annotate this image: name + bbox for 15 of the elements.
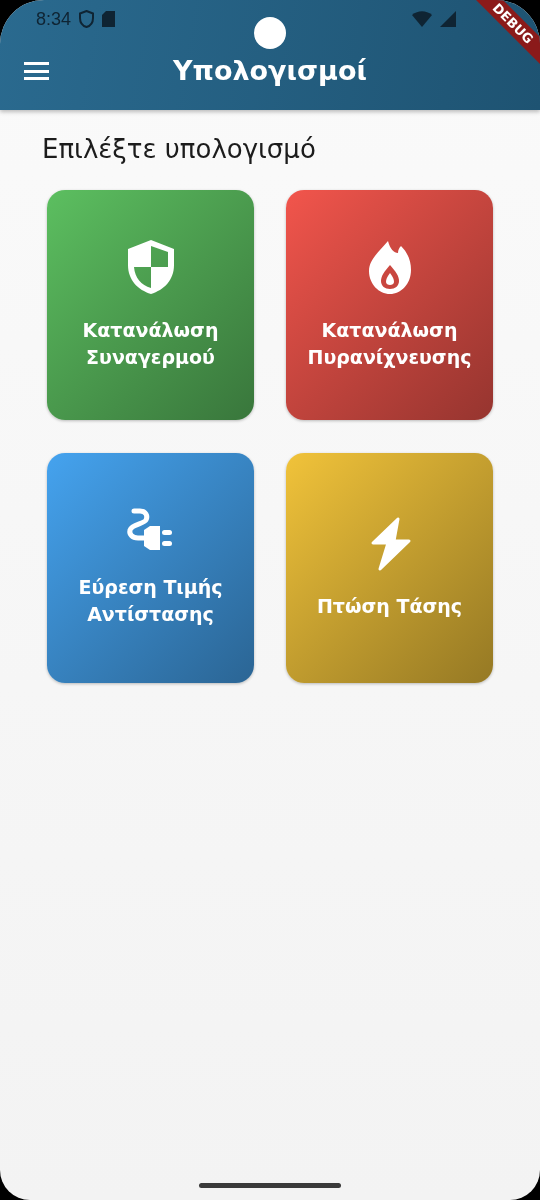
status-time: 8:34 [36,8,72,30]
camera-cutout [254,17,286,49]
shield-icon [125,239,176,295]
signal-icon [440,11,456,27]
fire-icon [367,239,412,295]
section-heading: Επιλέξτε υπολογισμό [42,134,317,164]
calculation-card[interactable]: Εύρεση Τιμής Αντίστασης [47,453,254,683]
calculation-card[interactable]: Πτώση Τάσης [286,453,493,683]
menu-icon[interactable] [24,62,49,80]
app-title: Υπολογισμοί [173,54,367,86]
calculation-card[interactable]: Κατανάλωση Συναγερμού [47,190,254,420]
wifi-icon [412,11,432,27]
shield-icon [79,10,95,28]
sd-card-icon [102,11,116,27]
calculation-card[interactable]: Κατανάλωση Πυρανίχνευσης [286,190,493,420]
